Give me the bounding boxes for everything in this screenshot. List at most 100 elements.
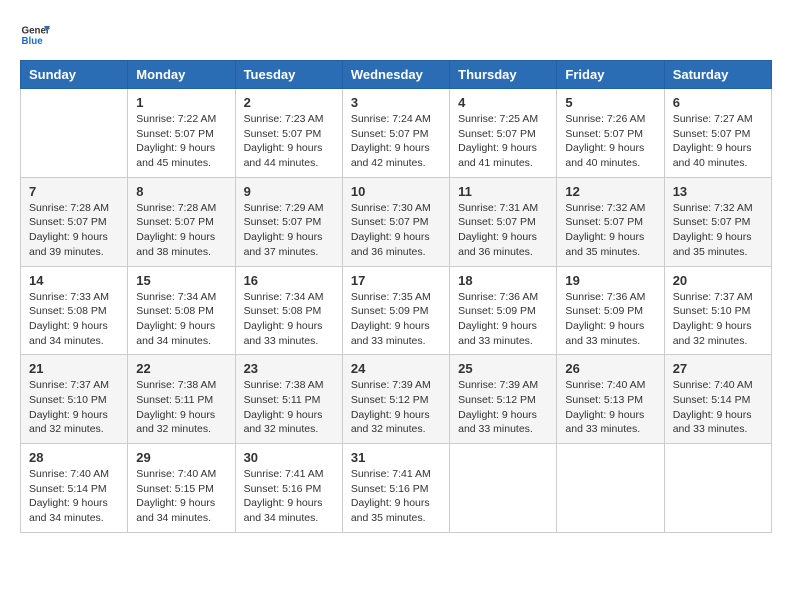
day-number: 30 [244, 450, 334, 465]
calendar-cell: 14 Sunrise: 7:33 AMSunset: 5:08 PMDaylig… [21, 266, 128, 355]
day-info: Sunrise: 7:40 AMSunset: 5:14 PMDaylight:… [673, 378, 763, 437]
day-info: Sunrise: 7:39 AMSunset: 5:12 PMDaylight:… [351, 378, 441, 437]
day-info: Sunrise: 7:32 AMSunset: 5:07 PMDaylight:… [673, 201, 763, 260]
logo-icon: General Blue [20, 20, 50, 50]
calendar-cell: 21 Sunrise: 7:37 AMSunset: 5:10 PMDaylig… [21, 355, 128, 444]
day-info: Sunrise: 7:36 AMSunset: 5:09 PMDaylight:… [458, 290, 548, 349]
weekday-header-saturday: Saturday [664, 61, 771, 89]
calendar-cell: 19 Sunrise: 7:36 AMSunset: 5:09 PMDaylig… [557, 266, 664, 355]
day-number: 10 [351, 184, 441, 199]
calendar-week-row: 28 Sunrise: 7:40 AMSunset: 5:14 PMDaylig… [21, 444, 772, 533]
calendar-cell: 20 Sunrise: 7:37 AMSunset: 5:10 PMDaylig… [664, 266, 771, 355]
calendar-cell [557, 444, 664, 533]
day-info: Sunrise: 7:23 AMSunset: 5:07 PMDaylight:… [244, 112, 334, 171]
day-number: 6 [673, 95, 763, 110]
day-info: Sunrise: 7:36 AMSunset: 5:09 PMDaylight:… [565, 290, 655, 349]
calendar-cell: 29 Sunrise: 7:40 AMSunset: 5:15 PMDaylig… [128, 444, 235, 533]
day-info: Sunrise: 7:30 AMSunset: 5:07 PMDaylight:… [351, 201, 441, 260]
calendar-cell: 9 Sunrise: 7:29 AMSunset: 5:07 PMDayligh… [235, 177, 342, 266]
weekday-header-wednesday: Wednesday [342, 61, 449, 89]
calendar-week-row: 21 Sunrise: 7:37 AMSunset: 5:10 PMDaylig… [21, 355, 772, 444]
day-number: 15 [136, 273, 226, 288]
calendar-cell: 13 Sunrise: 7:32 AMSunset: 5:07 PMDaylig… [664, 177, 771, 266]
calendar-cell: 4 Sunrise: 7:25 AMSunset: 5:07 PMDayligh… [450, 89, 557, 178]
day-number: 14 [29, 273, 119, 288]
calendar-cell [664, 444, 771, 533]
day-info: Sunrise: 7:37 AMSunset: 5:10 PMDaylight:… [673, 290, 763, 349]
calendar-table: SundayMondayTuesdayWednesdayThursdayFrid… [20, 60, 772, 533]
day-number: 12 [565, 184, 655, 199]
day-number: 1 [136, 95, 226, 110]
day-number: 26 [565, 361, 655, 376]
calendar-cell: 31 Sunrise: 7:41 AMSunset: 5:16 PMDaylig… [342, 444, 449, 533]
day-number: 21 [29, 361, 119, 376]
day-info: Sunrise: 7:26 AMSunset: 5:07 PMDaylight:… [565, 112, 655, 171]
calendar-cell: 1 Sunrise: 7:22 AMSunset: 5:07 PMDayligh… [128, 89, 235, 178]
day-number: 13 [673, 184, 763, 199]
day-info: Sunrise: 7:38 AMSunset: 5:11 PMDaylight:… [244, 378, 334, 437]
calendar-cell: 30 Sunrise: 7:41 AMSunset: 5:16 PMDaylig… [235, 444, 342, 533]
calendar-cell: 8 Sunrise: 7:28 AMSunset: 5:07 PMDayligh… [128, 177, 235, 266]
calendar-cell: 27 Sunrise: 7:40 AMSunset: 5:14 PMDaylig… [664, 355, 771, 444]
calendar-cell: 12 Sunrise: 7:32 AMSunset: 5:07 PMDaylig… [557, 177, 664, 266]
day-number: 7 [29, 184, 119, 199]
day-info: Sunrise: 7:28 AMSunset: 5:07 PMDaylight:… [29, 201, 119, 260]
calendar-cell: 25 Sunrise: 7:39 AMSunset: 5:12 PMDaylig… [450, 355, 557, 444]
calendar-cell: 5 Sunrise: 7:26 AMSunset: 5:07 PMDayligh… [557, 89, 664, 178]
day-info: Sunrise: 7:25 AMSunset: 5:07 PMDaylight:… [458, 112, 548, 171]
calendar-cell: 7 Sunrise: 7:28 AMSunset: 5:07 PMDayligh… [21, 177, 128, 266]
day-info: Sunrise: 7:40 AMSunset: 5:13 PMDaylight:… [565, 378, 655, 437]
weekday-header-friday: Friday [557, 61, 664, 89]
calendar-cell: 24 Sunrise: 7:39 AMSunset: 5:12 PMDaylig… [342, 355, 449, 444]
calendar-cell: 23 Sunrise: 7:38 AMSunset: 5:11 PMDaylig… [235, 355, 342, 444]
weekday-header-tuesday: Tuesday [235, 61, 342, 89]
day-number: 11 [458, 184, 548, 199]
day-number: 24 [351, 361, 441, 376]
calendar-cell: 26 Sunrise: 7:40 AMSunset: 5:13 PMDaylig… [557, 355, 664, 444]
day-info: Sunrise: 7:40 AMSunset: 5:14 PMDaylight:… [29, 467, 119, 526]
calendar-cell: 18 Sunrise: 7:36 AMSunset: 5:09 PMDaylig… [450, 266, 557, 355]
weekday-header-row: SundayMondayTuesdayWednesdayThursdayFrid… [21, 61, 772, 89]
day-number: 29 [136, 450, 226, 465]
day-number: 16 [244, 273, 334, 288]
calendar-week-row: 14 Sunrise: 7:33 AMSunset: 5:08 PMDaylig… [21, 266, 772, 355]
day-info: Sunrise: 7:22 AMSunset: 5:07 PMDaylight:… [136, 112, 226, 171]
weekday-header-sunday: Sunday [21, 61, 128, 89]
day-number: 8 [136, 184, 226, 199]
day-number: 3 [351, 95, 441, 110]
day-number: 20 [673, 273, 763, 288]
day-info: Sunrise: 7:34 AMSunset: 5:08 PMDaylight:… [244, 290, 334, 349]
day-info: Sunrise: 7:38 AMSunset: 5:11 PMDaylight:… [136, 378, 226, 437]
day-number: 28 [29, 450, 119, 465]
day-number: 31 [351, 450, 441, 465]
day-number: 9 [244, 184, 334, 199]
calendar-cell: 28 Sunrise: 7:40 AMSunset: 5:14 PMDaylig… [21, 444, 128, 533]
day-number: 5 [565, 95, 655, 110]
day-info: Sunrise: 7:33 AMSunset: 5:08 PMDaylight:… [29, 290, 119, 349]
day-number: 25 [458, 361, 548, 376]
day-number: 18 [458, 273, 548, 288]
day-info: Sunrise: 7:40 AMSunset: 5:15 PMDaylight:… [136, 467, 226, 526]
day-number: 23 [244, 361, 334, 376]
day-number: 2 [244, 95, 334, 110]
calendar-cell: 6 Sunrise: 7:27 AMSunset: 5:07 PMDayligh… [664, 89, 771, 178]
page-header: General Blue [20, 20, 772, 50]
day-info: Sunrise: 7:34 AMSunset: 5:08 PMDaylight:… [136, 290, 226, 349]
day-number: 17 [351, 273, 441, 288]
day-info: Sunrise: 7:35 AMSunset: 5:09 PMDaylight:… [351, 290, 441, 349]
logo: General Blue [20, 20, 54, 50]
day-info: Sunrise: 7:39 AMSunset: 5:12 PMDaylight:… [458, 378, 548, 437]
calendar-week-row: 1 Sunrise: 7:22 AMSunset: 5:07 PMDayligh… [21, 89, 772, 178]
day-info: Sunrise: 7:31 AMSunset: 5:07 PMDaylight:… [458, 201, 548, 260]
day-number: 22 [136, 361, 226, 376]
day-info: Sunrise: 7:41 AMSunset: 5:16 PMDaylight:… [244, 467, 334, 526]
calendar-cell [21, 89, 128, 178]
calendar-week-row: 7 Sunrise: 7:28 AMSunset: 5:07 PMDayligh… [21, 177, 772, 266]
day-number: 4 [458, 95, 548, 110]
day-info: Sunrise: 7:32 AMSunset: 5:07 PMDaylight:… [565, 201, 655, 260]
day-info: Sunrise: 7:24 AMSunset: 5:07 PMDaylight:… [351, 112, 441, 171]
calendar-cell: 10 Sunrise: 7:30 AMSunset: 5:07 PMDaylig… [342, 177, 449, 266]
calendar-cell: 11 Sunrise: 7:31 AMSunset: 5:07 PMDaylig… [450, 177, 557, 266]
day-number: 19 [565, 273, 655, 288]
calendar-cell: 15 Sunrise: 7:34 AMSunset: 5:08 PMDaylig… [128, 266, 235, 355]
